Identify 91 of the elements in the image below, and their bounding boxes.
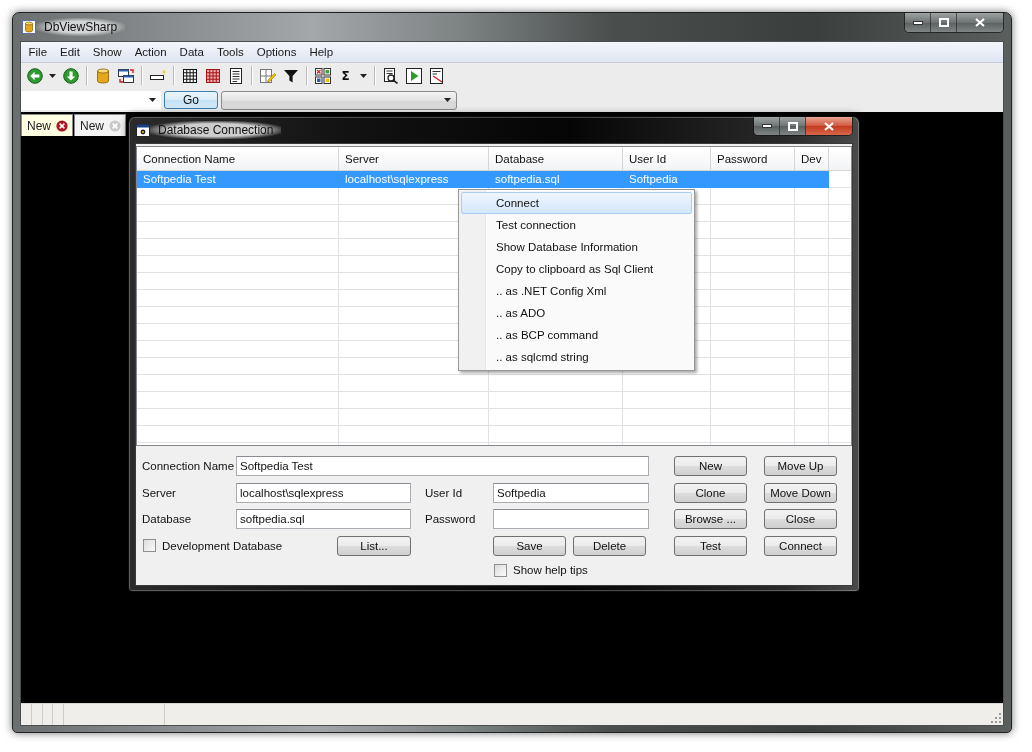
database-icon[interactable]	[94, 67, 111, 84]
dialog-button[interactable]: Clone	[674, 482, 747, 503]
list-button[interactable]: List...	[337, 535, 411, 556]
dialog-title: Database Connection	[150, 121, 282, 139]
close-icon[interactable]	[56, 119, 68, 132]
column-header[interactable]: Connection Name	[137, 149, 339, 170]
play-icon[interactable]	[405, 67, 422, 84]
table-cell-text: softpedia.sql	[494, 172, 561, 187]
field-label: Database	[142, 513, 193, 525]
table-cell-text: Softpedia Test	[142, 172, 217, 187]
table-cell-text: localhost\sqlexpress	[344, 172, 450, 187]
tiles-icon[interactable]	[314, 67, 331, 84]
tab[interactable]: New	[21, 114, 73, 136]
sum-button[interactable]: Σ	[334, 68, 357, 83]
input-field[interactable]: softpedia.sql	[236, 509, 411, 529]
menu-item[interactable]: Action	[128, 46, 174, 58]
field-label: Password	[425, 513, 477, 525]
column-header[interactable]: Database	[489, 149, 623, 170]
maximize-icon	[787, 121, 798, 131]
field-label: User Id	[425, 486, 464, 499]
menu-item[interactable]: Data	[173, 46, 211, 58]
column-header[interactable]: Server	[339, 149, 489, 170]
grid-pencil-icon[interactable]	[259, 67, 276, 84]
menu-item[interactable]: Help	[302, 46, 340, 58]
go-button[interactable]: Go	[164, 91, 218, 109]
field-label: Connection Name	[142, 460, 236, 472]
column-header[interactable]: User Id	[623, 149, 711, 170]
close-button[interactable]	[806, 117, 852, 135]
field-label: Server	[142, 486, 177, 499]
dialog-button[interactable]: Test	[674, 535, 747, 556]
checkbox[interactable]	[143, 539, 156, 552]
minimize-button[interactable]	[754, 117, 780, 135]
close-icon	[975, 18, 985, 27]
tab-label: New	[27, 118, 51, 133]
window-title: DbViewSharp	[36, 18, 126, 36]
menu-item[interactable]: Test connection	[461, 214, 692, 236]
checkbox[interactable]	[494, 563, 507, 577]
menu-item[interactable]: .. as BCP command	[461, 324, 692, 346]
menu-item[interactable]: File	[22, 46, 54, 58]
menu-item[interactable]: .. as sqlcmd string	[461, 346, 692, 368]
column-header[interactable]: Dev	[795, 149, 829, 170]
minimize-button[interactable]	[905, 13, 931, 32]
table-cell-text: Softpedia	[628, 172, 679, 187]
maximize-icon	[938, 18, 949, 27]
delete-button[interactable]: Delete	[573, 535, 646, 556]
document-icon[interactable]	[227, 67, 244, 84]
menu-item[interactable]: Show Database Information	[461, 236, 692, 258]
menu-item[interactable]: .. as .NET Config Xml	[461, 280, 692, 302]
menu-item[interactable]: Show	[86, 46, 129, 58]
input-field[interactable]: localhost\sqlexpress	[236, 482, 411, 503]
menu-item[interactable]: .. as ADO	[461, 302, 692, 324]
menu-item[interactable]: Tools	[210, 46, 251, 58]
caret-icon[interactable]	[360, 73, 367, 78]
filter-icon[interactable]	[282, 67, 299, 84]
dialog-button[interactable]: Move Down	[764, 482, 837, 503]
checkbox-label: Show help tips	[513, 564, 588, 576]
grid-icon[interactable]	[181, 67, 198, 84]
grid-icon[interactable]	[204, 67, 221, 84]
document-strike-icon[interactable]	[428, 67, 445, 84]
windows-icon[interactable]	[117, 67, 134, 84]
dialog-button[interactable]: Connect	[764, 535, 837, 556]
input-field[interactable]: Softpedia	[493, 482, 649, 503]
dialog-button[interactable]: Move Up	[764, 456, 837, 476]
maximize-button[interactable]	[931, 13, 957, 32]
input-field[interactable]	[493, 509, 649, 529]
maximize-button[interactable]	[780, 117, 806, 135]
menu-item[interactable]: Edit	[53, 46, 87, 58]
resize-grip-icon[interactable]	[991, 713, 1001, 723]
column-header[interactable]: Password	[711, 149, 795, 170]
combo-box[interactable]	[221, 90, 457, 110]
caret-icon[interactable]	[49, 73, 56, 78]
dialog-button[interactable]: Close	[764, 509, 837, 529]
minimize-icon	[761, 124, 772, 128]
menu-item[interactable]: Copy to clipboard as Sql Client	[461, 258, 692, 280]
window-icon	[136, 123, 150, 137]
tab[interactable]: New	[74, 114, 127, 136]
save-button[interactable]: Save	[493, 535, 566, 556]
dialog-button[interactable]: New	[674, 456, 747, 476]
document-search-icon[interactable]	[382, 67, 399, 84]
close-button[interactable]	[957, 13, 1003, 32]
input-field[interactable]: Softpedia Test	[236, 456, 649, 476]
menu-item[interactable]: Connect	[461, 192, 692, 214]
database-icon	[22, 20, 36, 34]
menu-item[interactable]: Options	[250, 46, 303, 58]
close-icon	[824, 121, 834, 131]
dialog-button[interactable]: Browse ...	[674, 509, 747, 529]
minimize-icon	[912, 20, 923, 25]
caret-icon	[149, 98, 156, 102]
checkbox-label: Development Database	[162, 539, 283, 552]
tab-label: New	[80, 118, 105, 133]
caret-icon	[444, 98, 451, 102]
